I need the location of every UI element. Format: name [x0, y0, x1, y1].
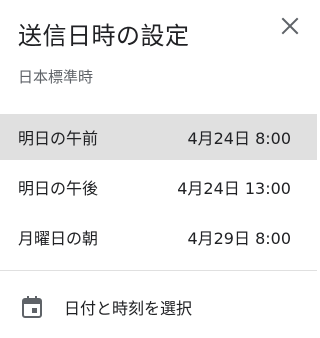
- close-button[interactable]: [272, 10, 308, 46]
- option-time: 4月29日 8:00: [187, 229, 291, 248]
- option-monday-morning[interactable]: 月曜日の朝 4月29日 8:00: [0, 214, 317, 260]
- option-tomorrow-afternoon[interactable]: 明日の午後 4月24日 13:00: [0, 164, 317, 210]
- timezone-label: 日本標準時: [18, 68, 94, 86]
- option-label: 月曜日の朝: [18, 229, 99, 248]
- schedule-send-dialog: 送信日時の設定 日本標準時 明日の午前 4月24日 8:00 明日の午後 4月2…: [0, 0, 317, 338]
- dialog-title: 送信日時の設定: [18, 22, 190, 50]
- pick-date-time-button[interactable]: 日付と時刻を選択: [0, 284, 317, 330]
- pick-date-time-label: 日付と時刻を選択: [64, 299, 193, 318]
- close-icon: [281, 17, 299, 39]
- option-label: 明日の午前: [18, 129, 99, 148]
- divider: [0, 270, 317, 271]
- option-time: 4月24日 13:00: [177, 179, 291, 198]
- calendar-icon: [20, 295, 44, 319]
- option-label: 明日の午後: [18, 179, 99, 198]
- option-tomorrow-morning[interactable]: 明日の午前 4月24日 8:00: [0, 114, 317, 160]
- option-time: 4月24日 8:00: [187, 129, 291, 148]
